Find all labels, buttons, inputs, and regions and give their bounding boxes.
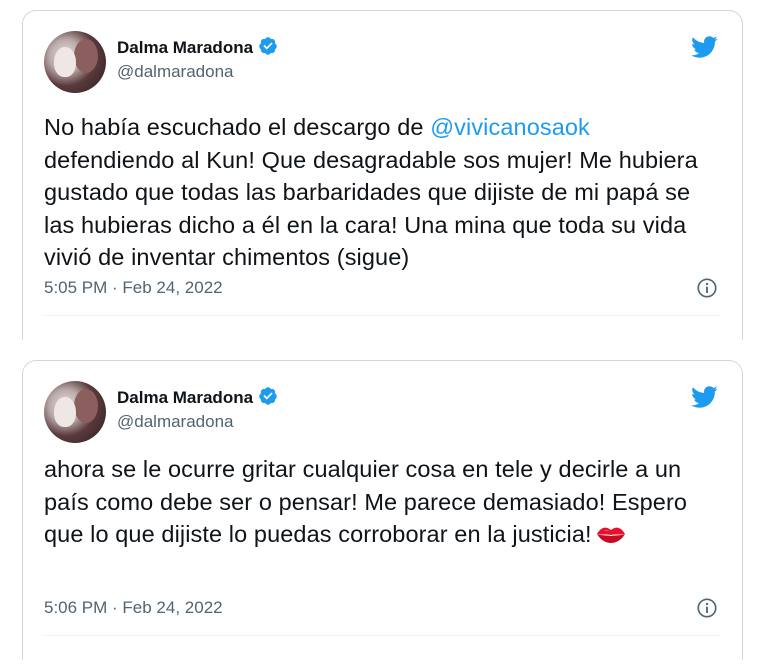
avatar-figure [74,39,98,73]
avatar[interactable] [44,31,106,93]
avatar-figure [54,397,76,427]
twitter-bird-icon[interactable] [688,33,720,61]
author-name-text: Dalma Maradona [117,38,254,57]
verified-badge-icon [259,387,277,405]
tweet-timestamp[interactable]: 5:05 PM · Feb 24, 2022 [44,278,223,298]
avatar-figure [54,47,76,77]
divider [44,315,721,316]
mention-link[interactable]: @vivicanosaok [430,114,590,140]
tweet-timestamp[interactable]: 5:06 PM · Feb 24, 2022 [44,598,223,618]
tweet-text-part: ahora se le ocurre gritar cualquier cosa… [44,456,688,547]
author-name[interactable]: Dalma Maradona [117,36,278,58]
tweet-text-part: defendiendo al Kun! Que desagradable sos… [44,146,698,271]
author-name[interactable]: Dalma Maradona [117,386,278,408]
tweet-text: No había escuchado el descargo de @vivic… [44,111,724,274]
info-icon[interactable] [696,277,718,299]
tweet-card[interactable]: Dalma Maradona @dalmaradona ahora se le … [22,360,743,660]
author-handle[interactable]: @dalmaradona [117,62,234,82]
tweet-text: ahora se le ocurre gritar cualquier cosa… [44,453,724,551]
author-name-text: Dalma Maradona [117,388,254,407]
avatar-figure [74,389,98,423]
author-handle[interactable]: @dalmaradona [117,412,234,432]
twitter-bird-icon[interactable] [688,383,720,411]
divider [44,635,721,636]
tweet-text-part: No había escuchado el descargo de [44,114,431,140]
info-icon[interactable] [696,597,718,619]
verified-badge-icon [259,37,277,55]
tweet-card[interactable]: Dalma Maradona @dalmaradona No había esc… [22,10,743,340]
avatar[interactable] [44,381,106,443]
kiss-mark-icon [596,527,625,543]
